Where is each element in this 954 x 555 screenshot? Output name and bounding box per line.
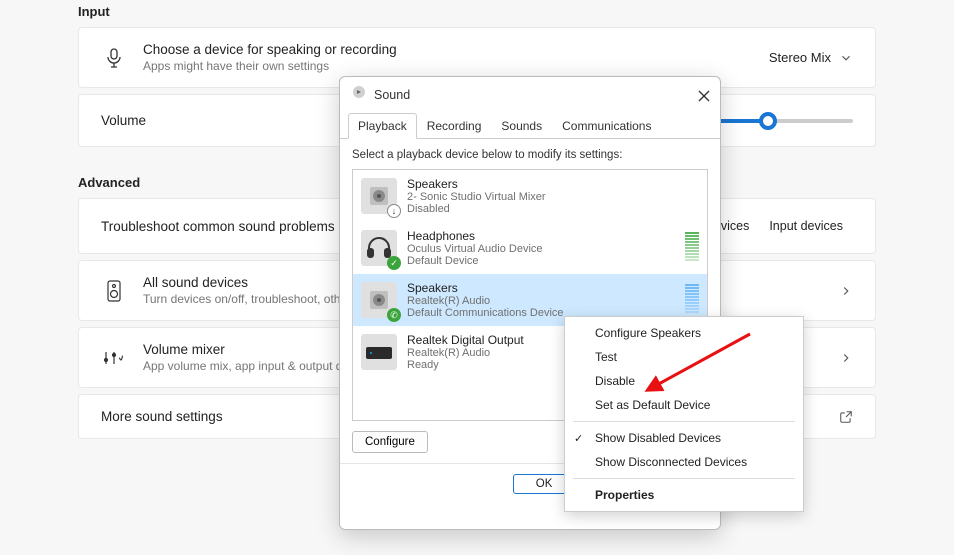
context-item[interactable]: Show Disabled Devices✓ (565, 426, 803, 450)
speaker-icon: ✆ (361, 282, 397, 318)
chevron-right-icon (839, 284, 853, 298)
context-item[interactable]: Show Disconnected Devices (565, 450, 803, 474)
troubleshoot-title: Troubleshoot common sound problems (101, 219, 335, 234)
headphones-icon: ✓ (361, 230, 397, 266)
context-item[interactable]: Test (565, 345, 803, 369)
input-device-selected[interactable]: Stereo Mix (769, 50, 853, 65)
device-sub: Realtek(R) Audio (407, 295, 564, 307)
close-button[interactable] (698, 89, 710, 101)
device-name: Speakers (407, 177, 546, 191)
level-meter-icon (685, 232, 699, 261)
device-status: Disabled (407, 203, 546, 215)
microphone-icon (101, 48, 127, 68)
configure-button[interactable]: Configure (352, 431, 428, 453)
tab-playback[interactable]: Playback (348, 113, 417, 139)
context-separator (573, 421, 795, 422)
context-item[interactable]: Properties (565, 483, 803, 507)
device-row[interactable]: ✓ Headphones Oculus Virtual Audio Device… (353, 222, 707, 274)
device-name: Headphones (407, 229, 543, 243)
context-item[interactable]: Disable (565, 369, 803, 393)
speaker-device-icon (101, 280, 127, 302)
device-sub: Oculus Virtual Audio Device (407, 243, 543, 255)
device-name: Speakers (407, 281, 564, 295)
check-icon: ✓ (574, 432, 583, 445)
device-sub: Realtek(R) Audio (407, 347, 524, 359)
input-section-title: Input (78, 4, 876, 19)
context-separator (573, 478, 795, 479)
input-device-title: Choose a device for speaking or recordin… (143, 42, 397, 57)
device-name: Realtek Digital Output (407, 333, 524, 347)
more-settings-title: More sound settings (101, 409, 223, 424)
optical-icon (361, 334, 397, 370)
speaker-icon: ↓ (361, 178, 397, 214)
tab-sounds[interactable]: Sounds (491, 113, 552, 139)
tab-communications[interactable]: Communications (552, 113, 661, 139)
popout-icon (839, 410, 853, 424)
context-menu: Configure SpeakersTestDisableSet as Defa… (564, 316, 804, 512)
sound-app-icon (352, 85, 366, 104)
input-device-sub: Apps might have their own settings (143, 59, 397, 73)
input-devices-button[interactable]: Input devices (759, 213, 853, 239)
dialog-hint: Select a playback device below to modify… (352, 149, 708, 161)
chevron-down-icon (839, 51, 853, 65)
dialog-title: Sound (374, 88, 410, 102)
context-item[interactable]: Configure Speakers (565, 321, 803, 345)
level-meter-icon (685, 284, 699, 313)
dialog-titlebar[interactable]: Sound (340, 77, 720, 108)
device-status: Default Device (407, 255, 543, 267)
device-status: Ready (407, 359, 524, 371)
device-sub: 2- Sonic Studio Virtual Mixer (407, 191, 546, 203)
dialog-tabs: Playback Recording Sounds Communications (340, 112, 720, 139)
mixer-icon (101, 350, 127, 366)
volume-label: Volume (101, 113, 146, 128)
device-row[interactable]: ↓ Speakers 2- Sonic Studio Virtual Mixer… (353, 170, 707, 222)
chevron-right-icon (839, 351, 853, 365)
device-status: Default Communications Device (407, 307, 564, 319)
tab-recording[interactable]: Recording (417, 113, 492, 139)
context-item[interactable]: Set as Default Device (565, 393, 803, 417)
